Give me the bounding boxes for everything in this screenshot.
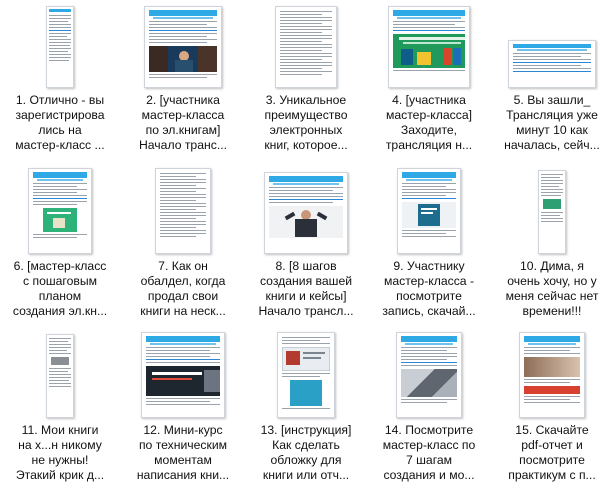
email-thumbnail [28,168,92,254]
email-thumbnail [538,170,566,254]
file-name: 15. Скачайте pdf-отчет и посмотрите прак… [508,423,596,482]
email-thumbnail [155,168,211,254]
email-thumbnail [519,332,585,418]
email-thumbnail [144,6,222,88]
dark-banner [146,366,220,396]
file-tile[interactable]: 11. Мои книги на х...н никому не нужны! … [0,330,120,483]
file-tile[interactable]: 9. Участнику мастер-класса - посмотрите … [369,166,489,319]
file-name: 6. [мастер-класс с пошаговым планом созд… [12,259,108,318]
email-thumbnail [275,6,337,88]
file-name: 4. [участника мастер-класса] Заходите, т… [385,93,473,152]
email-thumbnail [46,334,74,418]
file-name: 7. Как он обалдел, когда продал свои кни… [140,259,226,318]
file-name: 11. Мои книги на х...н никому не нужны! … [15,423,105,482]
book-cover [290,380,322,406]
file-name: 9. Участнику мастер-класса - посмотрите … [382,259,476,318]
file-name: 13. [инструкция] Как сделать обложку для… [260,423,352,482]
email-thumbnail [141,332,225,418]
file-name: 8. [8 шагов создания вашей книги и кейсы… [258,259,354,318]
file-tile[interactable]: 5. Вы зашли_ Трансляция уже минут 10 как… [492,0,612,153]
file-tile[interactable]: 12. Мини-курс по техническим моментам на… [123,330,243,483]
photo [401,369,457,397]
file-name: 14. Посмотрите мастер-класс по 7 шагам с… [382,423,476,482]
file-name: 10. Дима, я очень хочу, но у меня сейчас… [505,259,599,318]
file-name: 12. Мини-курс по техническим моментам на… [136,423,230,482]
file-tile[interactable]: 2. [участника мастер-класса по эл.книгам… [123,0,243,153]
email-thumbnail [277,332,335,418]
file-tile[interactable]: 13. [инструкция] Как сделать обложку для… [246,330,366,483]
email-thumbnail [396,332,462,418]
file-name: 5. Вы зашли_ Трансляция уже минут 10 как… [504,93,600,152]
book-cover [402,202,456,228]
email-thumbnail [397,168,461,254]
file-tile[interactable]: 10. Дима, я очень хочу, но у меня сейчас… [492,166,612,319]
file-tile[interactable]: 1. Отлично - вы зарегистрирова лись на м… [0,0,120,153]
file-name: 2. [участника мастер-класса по эл.книгам… [139,93,227,152]
file-tile[interactable]: 4. [участника мастер-класса] Заходите, т… [369,0,489,153]
red-banner [524,386,580,394]
green-banner [393,34,465,68]
file-tile[interactable]: 8. [8 шагов создания вашей книги и кейсы… [246,166,366,319]
file-tile[interactable]: 15. Скачайте pdf-отчет и посмотрите прак… [492,330,612,483]
file-tile[interactable]: 7. Как он обалдел, когда продал свои кни… [123,166,243,319]
screenshot-preview [282,347,330,371]
book-cover [43,208,77,232]
email-thumbnail [264,172,348,254]
email-thumbnail [508,40,596,88]
email-thumbnail [388,6,470,88]
photo [524,357,580,377]
file-tile[interactable]: 6. [мастер-класс с пошаговым планом созд… [0,166,120,319]
email-thumbnail [46,6,74,88]
file-name: 1. Отлично - вы зарегистрирова лись на м… [15,93,105,152]
man-photo [269,206,343,238]
webinar-photo [149,46,217,72]
file-grid: 1. Отлично - вы зарегистрирова лись на м… [0,0,614,495]
file-tile[interactable]: 3. Уникальное преимущество электронных к… [246,0,366,153]
file-name: 3. Уникальное преимущество электронных к… [264,93,348,152]
file-tile[interactable]: 14. Посмотрите мастер-класс по 7 шагам с… [369,330,489,483]
